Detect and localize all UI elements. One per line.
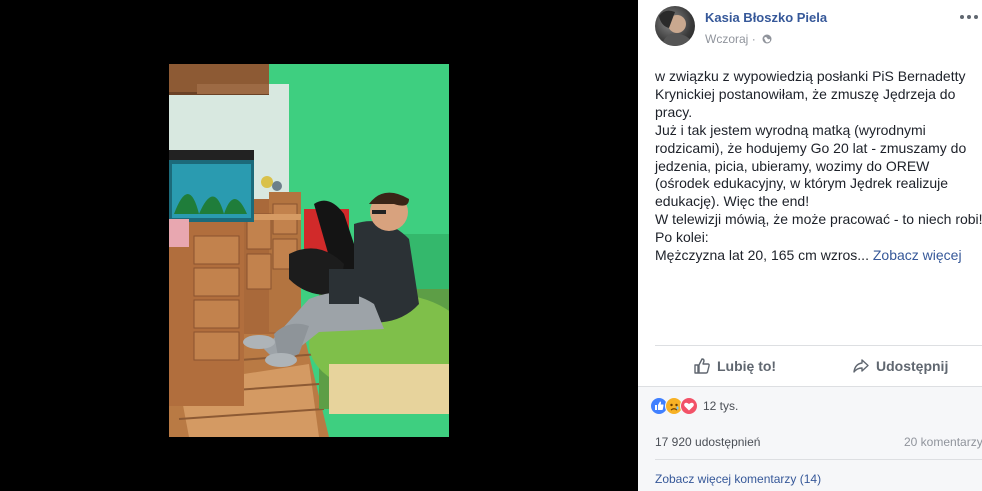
post-text-line: edukację). Więc the end! (655, 193, 810, 210)
post-text-line: Już i tak jestem wyrodną matką (wyrodnym… (655, 121, 926, 138)
post-text-line: W telewizji mówią, że może pracować - to… (655, 211, 982, 228)
post-text-last-line: Mężczyzna lat 20, 165 cm wzros... Zobacz… (655, 247, 981, 265)
shares-count[interactable]: 17 920 udostępnień (655, 435, 760, 449)
post-text-line: w związku z wypowiedzią posłanki PiS Ber… (655, 68, 966, 84)
share-icon (853, 359, 869, 373)
more-options-icon[interactable] (960, 10, 980, 24)
see-more-comments-link[interactable]: Zobacz więcej komentarzy (14) (655, 472, 821, 486)
meta-separator: · (751, 32, 756, 46)
like-label: Lubię to! (717, 358, 777, 374)
reactions-count: 12 tys. (703, 399, 739, 413)
comments-count[interactable]: 20 komentarzy (904, 435, 982, 449)
post-text-line: (ośrodek edukacyjny, w którym Jędrek rea… (655, 175, 949, 192)
share-button[interactable]: Udostępnij (852, 354, 948, 378)
reactions-summary[interactable]: 12 tys. (650, 396, 738, 416)
post-meta: Wczoraj · (705, 32, 772, 46)
globe-icon (762, 33, 772, 44)
post-panel: Kasia Błoszko Piela Wczoraj · w związku … (638, 0, 982, 491)
post-text: w związku z wypowiedzią posłanki PiS Ber… (655, 68, 982, 265)
post-header: Kasia Błoszko Piela Wczoraj · (638, 0, 982, 56)
author-name[interactable]: Kasia Błoszko Piela (705, 10, 827, 25)
post-text-line: jedzenia, picia, ubieramy, wozimy do ORE… (655, 157, 930, 174)
post-text-line: Krynickiej postanowiłam, że zmuszę Jędrz… (655, 85, 956, 102)
photo-viewer (0, 0, 638, 491)
post-text-line: Po kolei: (655, 229, 709, 246)
photo-image (169, 64, 449, 437)
post-photo[interactable] (169, 64, 449, 437)
avatar[interactable] (655, 6, 695, 46)
thumbs-up-icon (694, 358, 710, 374)
love-icon (680, 397, 698, 415)
post-text-truncated: Mężczyzna lat 20, 165 cm wzros... (655, 247, 869, 264)
share-label: Udostępnij (876, 358, 949, 374)
post-text-line: pracy. (655, 103, 693, 120)
post-text-line: rodzicami), że hodujemy Go 20 lat - zmus… (655, 139, 967, 156)
post-stats: 12 tys. 17 920 udostępnień 20 komentarzy… (638, 386, 982, 491)
avatar-image (659, 10, 693, 46)
divider (655, 459, 982, 460)
divider (638, 386, 982, 387)
see-more-link[interactable]: Zobacz więcej (873, 247, 962, 263)
post-actions: Lubię to! Udostępnij (638, 346, 982, 386)
post-time[interactable]: Wczoraj (705, 32, 748, 46)
like-button[interactable]: Lubię to! (693, 354, 776, 378)
